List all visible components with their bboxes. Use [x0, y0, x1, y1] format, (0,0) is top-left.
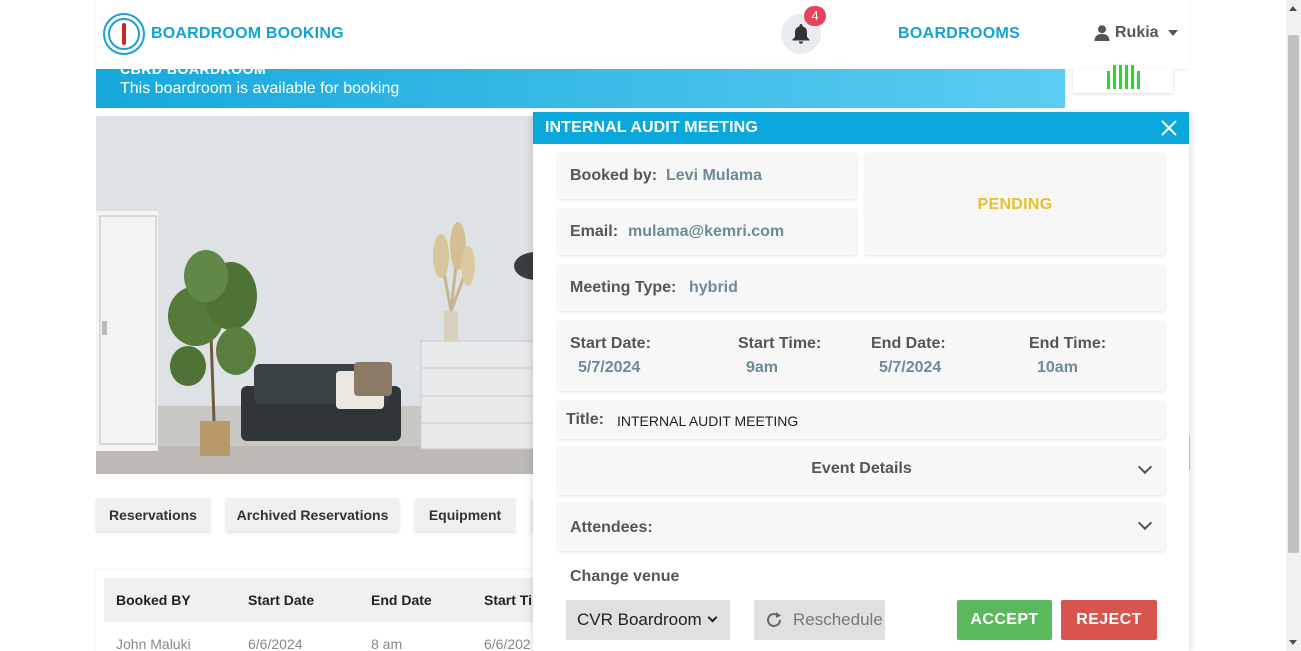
start-time-label: Start Time:	[738, 335, 822, 352]
indicator-bar	[1106, 71, 1110, 89]
modal-header: INTERNAL AUDIT MEETING	[533, 112, 1189, 144]
meeting-type-card: Meeting Type: hybrid	[558, 265, 1165, 311]
indicator-bar	[1112, 65, 1116, 89]
status-indicator	[1073, 65, 1173, 93]
chevron-down-icon	[1137, 515, 1153, 531]
end-time-label: End Time:	[1029, 335, 1107, 352]
indicator-bar	[1136, 71, 1140, 89]
start-date-value: 5/7/2024	[578, 359, 641, 376]
navbar: BOARDROOM BOOKING 4 BOARDROOMS Rukia	[96, 0, 1189, 69]
venue-selected-value: CVR Boardroom	[577, 610, 702, 629]
start-date-label: Start Date:	[570, 335, 651, 352]
booked-by-card: Booked by: Levi Mulama	[558, 153, 857, 199]
scroll-down-arrow-icon[interactable]	[1289, 640, 1297, 645]
close-icon[interactable]	[1159, 118, 1179, 138]
title-label: Title:	[566, 411, 604, 428]
page: BOARDROOM BOOKING 4 BOARDROOMS Rukia CBR…	[0, 0, 1301, 651]
availability-text: This boardroom is available for booking	[120, 80, 400, 97]
divider	[1189, 436, 1190, 470]
notification-count-badge: 4	[804, 6, 826, 26]
venue-select[interactable]: CVR Boardroom	[566, 600, 730, 640]
title-card: Title: INTERNAL AUDIT MEETING	[558, 401, 1165, 439]
boardroom-photo	[96, 116, 536, 474]
email-value: mulama@kemri.com	[628, 223, 785, 240]
cell-start-date: 6/6/2024	[248, 636, 303, 651]
column-header-start-time[interactable]: Start Ti	[484, 592, 532, 608]
attendees-accordion[interactable]: Attendees:	[558, 503, 1165, 551]
user-menu[interactable]: Rukia	[1094, 24, 1178, 42]
table-header-row: Booked BY Start Date End Date Start Ti	[104, 578, 536, 622]
reject-button[interactable]: REJECT	[1061, 600, 1157, 640]
column-header-end-date[interactable]: End Date	[371, 592, 432, 608]
column-header-booked-by[interactable]: Booked BY	[116, 592, 191, 608]
meeting-type-value: hybrid	[689, 279, 738, 296]
tab-equipment[interactable]: Equipment	[415, 498, 515, 531]
attendees-label: Attendees:	[570, 519, 653, 536]
tab-archived-reservations[interactable]: Archived Reservations	[226, 498, 399, 531]
reservations-table: Booked BY Start Date End Date Start Ti J…	[96, 570, 536, 651]
cell-end-date: 8 am	[371, 636, 403, 651]
scrollbar-thumb[interactable]	[1288, 35, 1299, 553]
event-details-accordion[interactable]: Event Details	[558, 447, 1165, 495]
tab-reservations[interactable]: Reservations	[96, 498, 210, 531]
email-card: Email: mulama@kemri.com	[558, 209, 857, 255]
boardroom-name: CBRD BOARDROOM	[120, 69, 267, 77]
reschedule-label: Reschedule	[793, 610, 883, 629]
logo-ring	[108, 18, 140, 50]
title-value: INTERNAL AUDIT MEETING	[617, 413, 799, 429]
page-scrollbar[interactable]	[1286, 0, 1301, 651]
cell-booked-by: John Maluki	[116, 636, 191, 651]
start-time-value: 9am	[746, 359, 779, 376]
booked-by-label: Booked by:	[570, 167, 658, 184]
end-date-label: End Date:	[871, 335, 946, 352]
end-time-value: 10am	[1037, 359, 1078, 376]
indicator-bar	[1124, 65, 1128, 89]
status-badge: PENDING	[977, 196, 1053, 213]
caret-down-icon	[1167, 30, 1178, 36]
schedule-card: Start Date: 5/7/2024 Start Time: 9am End…	[558, 321, 1165, 391]
email-label: Email:	[570, 223, 619, 240]
modal-title: INTERNAL AUDIT MEETING	[545, 119, 758, 136]
end-date-value: 5/7/2024	[879, 359, 942, 376]
room-illustration	[96, 116, 536, 474]
accept-button[interactable]: ACCEPT	[957, 600, 1052, 640]
booking-details-modal: INTERNAL AUDIT MEETING Booked by: Levi M…	[533, 112, 1189, 651]
brand-title[interactable]: BOARDROOM BOOKING	[151, 25, 344, 43]
booked-by-value: Levi Mulama	[666, 167, 763, 184]
user-name: Rukia	[1115, 24, 1159, 41]
user-icon	[1094, 25, 1110, 41]
refresh-icon	[767, 612, 781, 627]
scroll-up-arrow-icon[interactable]	[1289, 6, 1297, 11]
chevron-down-icon	[707, 612, 718, 623]
reschedule-button[interactable]: Reschedule	[754, 600, 885, 640]
kemri-logo-icon[interactable]	[103, 13, 145, 55]
nav-link-boardrooms[interactable]: BOARDROOMS	[898, 25, 1020, 43]
indicator-bar	[1130, 65, 1134, 89]
indicator-bar	[1118, 65, 1122, 89]
event-details-label: Event Details	[811, 460, 912, 477]
meeting-type-label: Meeting Type:	[570, 279, 677, 296]
bell-icon	[792, 24, 810, 44]
availability-banner: CBRD BOARDROOM This boardroom is availab…	[96, 69, 1065, 108]
status-card: PENDING	[865, 153, 1165, 255]
column-header-start-date[interactable]: Start Date	[248, 592, 314, 608]
cell-start-time: 6/6/202	[484, 636, 531, 651]
change-venue-label: Change venue	[570, 568, 680, 585]
logo-staff	[122, 23, 126, 45]
